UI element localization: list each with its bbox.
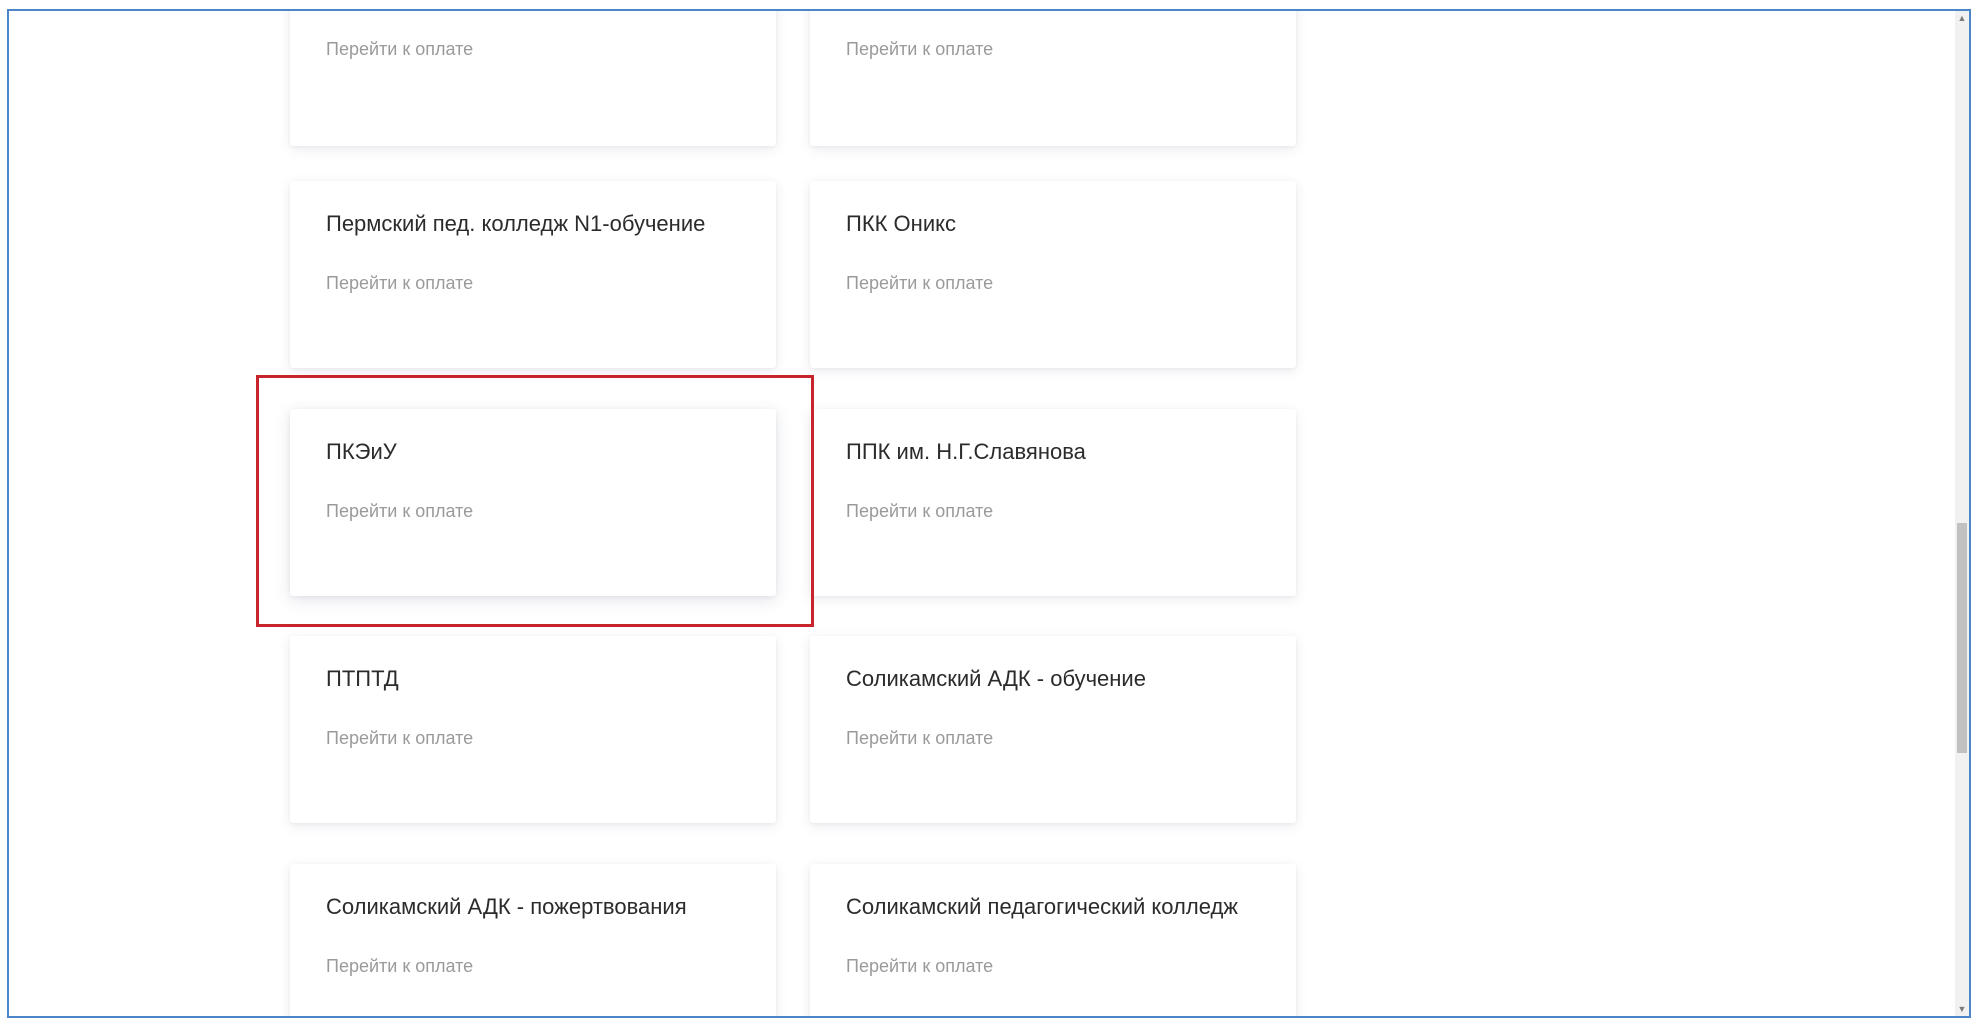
chevron-down-icon[interactable]: ▼ (1955, 1002, 1969, 1016)
pay-link[interactable]: Перейти к оплате (326, 501, 473, 522)
merchant-card[interactable]: Соликамский АДК - обучение Перейти к опл… (810, 636, 1296, 823)
merchant-card[interactable]: Перейти к оплате (290, 11, 776, 146)
vertical-scrollbar[interactable]: ▲ ▼ (1955, 11, 1969, 1016)
pay-link[interactable]: Перейти к оплате (846, 728, 993, 749)
card-grid: Перейти к оплате Перейти к оплате Пермск… (9, 11, 1959, 1016)
pay-link[interactable]: Перейти к оплате (846, 39, 993, 60)
pay-link[interactable]: Перейти к оплате (326, 273, 473, 294)
pay-link[interactable]: Перейти к оплате (846, 273, 993, 294)
merchant-name: ППК им. Н.Г.Славянова (846, 439, 1086, 464)
merchant-card[interactable]: Соликамский АДК - пожертвования Перейти … (290, 864, 776, 1016)
browser-viewport: Перейти к оплате Перейти к оплате Пермск… (7, 9, 1971, 1018)
merchant-name: ПТПТД (326, 666, 399, 691)
scrollbar-thumb[interactable] (1957, 523, 1967, 753)
pay-link[interactable]: Перейти к оплате (846, 956, 993, 977)
merchant-card[interactable]: ППК им. Н.Г.Славянова Перейти к оплате (810, 409, 1296, 596)
chevron-up-icon[interactable]: ▲ (1955, 11, 1969, 25)
merchant-name: ПКК Оникс (846, 211, 956, 236)
merchant-card[interactable]: Соликамский педагогический колледж Перей… (810, 864, 1296, 1016)
merchant-card[interactable]: ПКК Оникс Перейти к оплате (810, 181, 1296, 368)
merchant-name: ПКЭиУ (326, 439, 397, 464)
pay-link[interactable]: Перейти к оплате (326, 39, 473, 60)
merchant-card[interactable]: Перейти к оплате (810, 11, 1296, 146)
pay-link[interactable]: Перейти к оплате (326, 956, 473, 977)
merchant-name: Пермский пед. колледж N1-обучение (326, 211, 706, 236)
pay-link[interactable]: Перейти к оплате (846, 501, 993, 522)
merchant-name: Соликамский АДК - обучение (846, 666, 1146, 691)
merchant-name: Соликамский АДК - пожертвования (326, 894, 687, 919)
merchant-name: Соликамский педагогический колледж (846, 894, 1238, 919)
merchant-card[interactable]: Пермский пед. колледж N1-обучение Перейт… (290, 181, 776, 368)
pay-link[interactable]: Перейти к оплате (326, 728, 473, 749)
merchant-card[interactable]: ПКЭиУ Перейти к оплате (290, 409, 776, 596)
merchant-card[interactable]: ПТПТД Перейти к оплате (290, 636, 776, 823)
